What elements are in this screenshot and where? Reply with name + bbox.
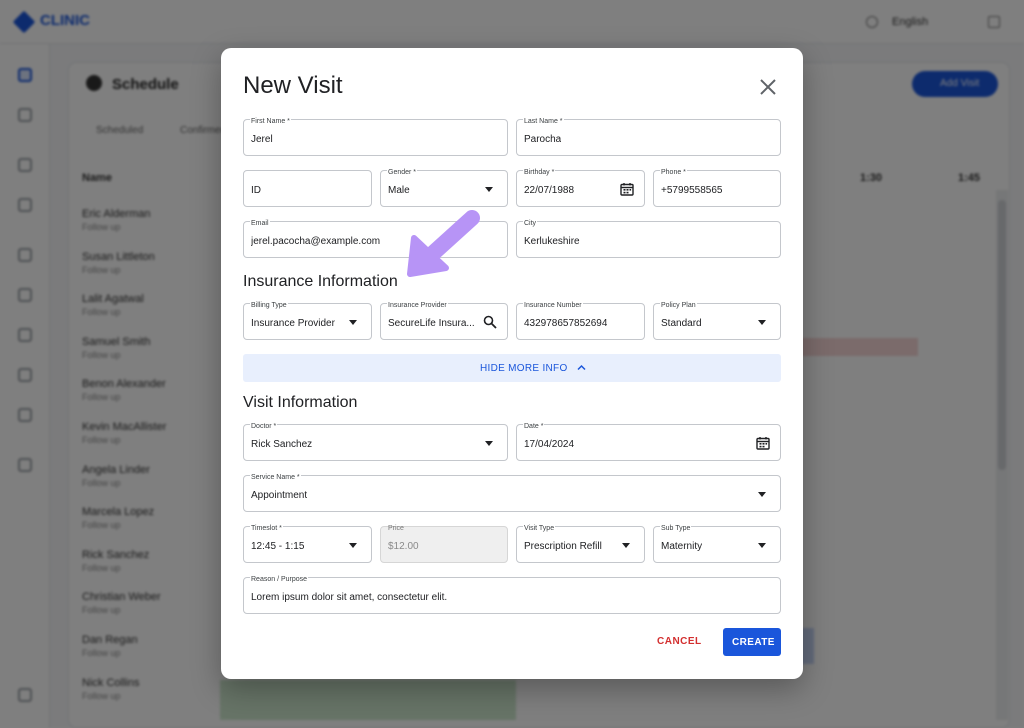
- dropdown-arrow-icon: [758, 543, 766, 548]
- visit-type-select[interactable]: Visit Type Prescription Refill: [516, 525, 645, 563]
- calendar-icon[interactable]: [620, 182, 634, 196]
- insurance-provider-field[interactable]: Insurance Provider SecureLife Insura...: [380, 302, 508, 340]
- dropdown-arrow-icon: [349, 543, 357, 548]
- dropdown-arrow-icon: [622, 543, 630, 548]
- chevron-up-icon: [577, 364, 586, 371]
- search-icon[interactable]: [483, 315, 497, 329]
- birthday-field[interactable]: Birthday * 22/07/1988: [516, 169, 645, 207]
- sub-type-select[interactable]: Sub Type Maternity: [653, 525, 781, 563]
- price-field: Price $12.00: [380, 525, 508, 563]
- dropdown-arrow-icon: [485, 441, 493, 446]
- visit-section-title: Visit Information: [243, 394, 358, 411]
- policy-plan-select[interactable]: Policy Plan Standard: [653, 302, 781, 340]
- insurance-number-field[interactable]: Insurance Number 432978657852694: [516, 302, 645, 340]
- dropdown-arrow-icon: [758, 492, 766, 497]
- dialog-title: New Visit: [243, 72, 343, 99]
- reason-field[interactable]: Reason / Purpose Lorem ipsum dolor sit a…: [243, 576, 781, 614]
- hide-more-info-button[interactable]: HIDE MORE INFO: [243, 354, 781, 382]
- city-field[interactable]: City Kerlukeshire: [516, 220, 781, 258]
- id-field[interactable]: ID: [243, 170, 372, 207]
- timeslot-select[interactable]: Timeslot * 12:45 - 1:15: [243, 525, 372, 563]
- annotation-arrow-icon: [407, 210, 480, 277]
- last-name-field[interactable]: Last Name * Parocha: [516, 118, 781, 156]
- service-name-select[interactable]: Service Name * Appointment: [243, 474, 781, 512]
- dropdown-arrow-icon: [485, 187, 493, 192]
- doctor-select[interactable]: Doctor * Rick Sanchez: [243, 423, 508, 461]
- new-visit-dialog: New Visit First Name * Jerel Last Name *…: [221, 48, 803, 679]
- calendar-icon[interactable]: [756, 436, 770, 450]
- insurance-section-title: Insurance Information: [243, 273, 398, 290]
- date-field[interactable]: Date * 17/04/2024: [516, 423, 781, 461]
- first-name-field[interactable]: First Name * Jerel: [243, 118, 508, 156]
- cancel-button[interactable]: CANCEL: [657, 636, 702, 647]
- phone-field[interactable]: Phone * +5799558565: [653, 169, 781, 207]
- dropdown-arrow-icon: [758, 320, 766, 325]
- billing-type-select[interactable]: Billing Type Insurance Provider: [243, 302, 372, 340]
- close-icon[interactable]: [757, 76, 779, 98]
- create-button[interactable]: CREATE: [723, 628, 781, 656]
- dropdown-arrow-icon: [349, 320, 357, 325]
